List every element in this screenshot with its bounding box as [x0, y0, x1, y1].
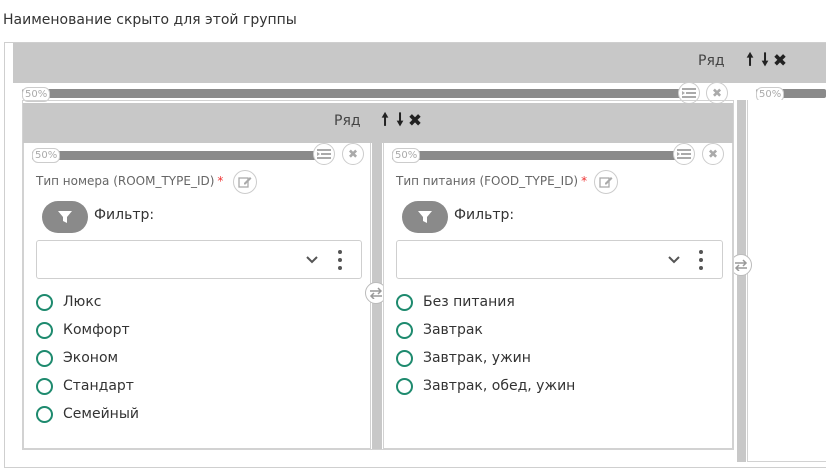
room-type-edit-button[interactable]	[233, 170, 257, 194]
arrow-up-icon[interactable]: 🠕	[743, 50, 757, 70]
food-type-filter-toggle[interactable]	[402, 201, 448, 233]
col2-settings-button[interactable]	[673, 143, 695, 165]
option-label: Завтрак, ужин	[423, 350, 531, 366]
option-label: Эконом	[63, 350, 119, 366]
outer-cell1-width-bar[interactable]	[22, 89, 682, 98]
radio-button[interactable]	[36, 349, 53, 367]
col1-settings-button[interactable]	[313, 143, 335, 165]
col1-width-bar[interactable]	[32, 151, 317, 160]
room-type-options: Люкс Комфорт Эконом Стандарт Семейный	[36, 288, 139, 428]
food-type-select[interactable]	[396, 240, 723, 279]
room-type-field-label: Тип номера (ROOM_TYPE_ID) *	[36, 174, 223, 188]
group-title: Наименование скрыто для этой группы	[3, 12, 297, 28]
arrow-down-icon[interactable]: 🠗	[758, 50, 772, 70]
room-type-select[interactable]	[36, 240, 362, 279]
option-label: Комфорт	[63, 322, 130, 338]
required-mark: *	[581, 174, 588, 188]
required-mark: *	[217, 174, 224, 188]
outer-row-controls: 🠕 🠗 ✖	[743, 50, 787, 72]
food-type-option[interactable]: Без питания	[396, 288, 575, 316]
close-icon: ✖	[711, 86, 723, 100]
food-type-option[interactable]: Завтрак, обед, ужин	[396, 372, 575, 400]
outer-column-separator	[737, 100, 746, 462]
option-label: Без питания	[423, 294, 515, 310]
option-label: Семейный	[63, 406, 139, 422]
outer-row-label: Ряд	[698, 53, 725, 69]
col2-width-percent: 50%	[392, 148, 421, 163]
col2-remove-button[interactable]: ✖	[702, 143, 724, 165]
food-type-label-text: Тип питания (FOOD_TYPE_ID)	[396, 174, 579, 188]
arrow-up-icon[interactable]: 🠕	[378, 110, 392, 130]
radio-button[interactable]	[396, 293, 413, 311]
inner-row-label: Ряд	[334, 113, 361, 129]
close-icon[interactable]: ✖	[773, 51, 787, 71]
food-type-field-label: Тип питания (FOOD_TYPE_ID) *	[396, 174, 587, 188]
food-type-filter-label: Фильтр:	[454, 207, 515, 223]
room-type-option[interactable]: Семейный	[36, 400, 139, 428]
inner-row-controls: 🠕 🠗 ✖	[378, 110, 422, 132]
room-type-filter-toggle[interactable]	[42, 201, 88, 233]
room-type-option[interactable]: Стандарт	[36, 372, 139, 400]
col1-remove-button[interactable]: ✖	[342, 143, 364, 165]
room-type-filter-label: Фильтр:	[94, 207, 155, 223]
room-type-option[interactable]: Комфорт	[36, 316, 139, 344]
outer-cell2	[747, 100, 826, 462]
radio-button[interactable]	[36, 321, 53, 339]
col2-width-bar[interactable]	[392, 151, 677, 160]
option-label: Завтрак, обед, ужин	[423, 378, 576, 394]
list-settings-icon	[682, 88, 696, 98]
radio-button[interactable]	[36, 377, 53, 395]
chevron-down-icon[interactable]	[305, 255, 319, 265]
close-icon[interactable]: ✖	[408, 111, 422, 131]
radio-button[interactable]	[36, 405, 53, 423]
option-label: Стандарт	[63, 378, 134, 394]
edit-icon	[238, 177, 252, 188]
more-vertical-icon[interactable]	[337, 249, 343, 271]
filter-icon	[418, 211, 432, 223]
edit-icon	[599, 177, 613, 188]
radio-button[interactable]	[36, 293, 53, 311]
close-icon: ✖	[347, 147, 359, 161]
food-type-edit-button[interactable]	[594, 170, 618, 194]
food-type-options: Без питания Завтрак Завтрак, ужин Завтра…	[396, 288, 575, 400]
radio-button[interactable]	[396, 349, 413, 367]
swap-icon	[734, 259, 748, 271]
filter-icon	[58, 211, 72, 223]
chevron-down-icon[interactable]	[667, 255, 681, 265]
radio-button[interactable]	[396, 377, 413, 395]
food-type-option[interactable]: Завтрак	[396, 316, 575, 344]
room-type-option[interactable]: Эконом	[36, 344, 139, 372]
room-type-option[interactable]: Люкс	[36, 288, 139, 316]
option-label: Люкс	[63, 294, 102, 310]
radio-button[interactable]	[396, 321, 413, 339]
list-settings-icon	[317, 149, 331, 159]
more-vertical-icon[interactable]	[698, 249, 704, 271]
list-settings-icon	[677, 149, 691, 159]
swap-icon	[369, 287, 383, 299]
option-label: Завтрак	[423, 322, 483, 338]
close-icon: ✖	[707, 147, 719, 161]
food-type-option[interactable]: Завтрак, ужин	[396, 344, 575, 372]
arrow-down-icon[interactable]: 🠗	[393, 110, 407, 130]
room-type-label-text: Тип номера (ROOM_TYPE_ID)	[36, 174, 215, 188]
col1-width-percent: 50%	[32, 148, 61, 163]
